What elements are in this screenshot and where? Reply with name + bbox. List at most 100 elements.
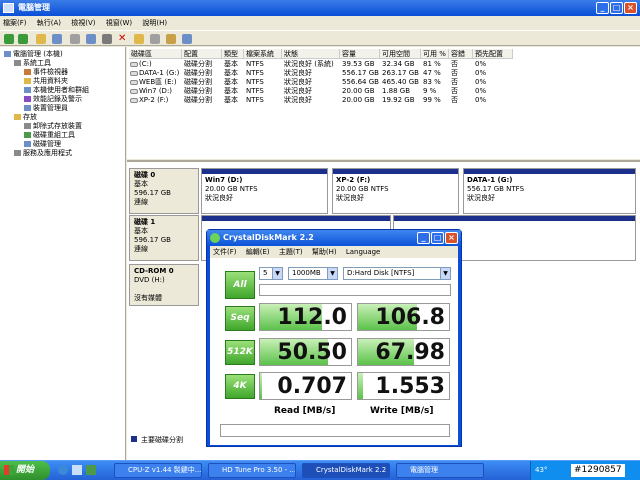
cdm-menu-edit[interactable]: 編輯(E) — [246, 248, 270, 256]
volume-cell[interactable]: 狀況良好 — [284, 78, 340, 87]
volume-cell[interactable]: 0% — [475, 69, 513, 78]
volume-cell[interactable]: 47 % — [423, 69, 449, 78]
volume-cell[interactable]: 263.17 GB — [382, 69, 421, 78]
all-button[interactable]: All — [225, 271, 255, 299]
menu-view[interactable]: 檢視(V) — [71, 19, 95, 27]
cdm-menu-language[interactable]: Language — [346, 248, 381, 256]
volume-cell[interactable]: NTFS — [246, 69, 282, 78]
comment-field[interactable] — [220, 424, 450, 437]
volume-cell[interactable]: 狀況良好 — [284, 69, 340, 78]
task-computer-management[interactable]: 電腦管理 — [396, 463, 484, 478]
volume-cell[interactable]: 基本 — [224, 69, 244, 78]
volume-cell[interactable]: 0% — [475, 96, 513, 105]
column-header[interactable]: 狀態 — [282, 49, 340, 59]
volume-cell[interactable]: 狀況良好 — [284, 87, 340, 96]
task-crystaldiskmark[interactable]: CrystalDiskMark 2.2 — [302, 463, 390, 478]
properties-icon[interactable] — [70, 34, 80, 44]
volume-cell[interactable]: 32.34 GB — [382, 60, 421, 69]
cdm-menu-theme[interactable]: 主題(T) — [279, 248, 303, 256]
volume-cell[interactable]: 磁碟分割 — [184, 60, 222, 69]
volume-cell[interactable]: NTFS — [246, 78, 282, 87]
column-header[interactable]: 配置 — [182, 49, 222, 59]
cdm-menu-help[interactable]: 幫助(H) — [312, 248, 337, 256]
menu-help[interactable]: 說明(H) — [142, 19, 167, 27]
disk-0-header[interactable]: 磁碟 0 基本 596.17 GB 連線 — [129, 168, 199, 214]
volume-cell[interactable]: 基本 — [224, 78, 244, 87]
volume-cell[interactable]: WEB區 (E:) — [139, 78, 190, 87]
4k-button[interactable]: 4K — [225, 374, 255, 399]
tree-item[interactable]: 磁碟重組工具 — [24, 131, 75, 140]
volume-cell[interactable]: 99 % — [423, 96, 449, 105]
forward-icon[interactable] — [18, 34, 28, 44]
volume-cell[interactable]: 磁碟分割 — [184, 78, 222, 87]
ie-quicklaunch-icon[interactable] — [58, 465, 68, 475]
task-hdtune[interactable]: HD Tune Pro 3.50 - ... — [208, 463, 296, 478]
tree-item[interactable]: 電腦管理 (本機) — [4, 50, 63, 59]
cdm-close-button[interactable]: × — [445, 232, 458, 244]
column-header[interactable]: 磁碟區 — [129, 49, 182, 59]
show-desktop-icon[interactable] — [72, 465, 82, 475]
runs-select[interactable]: 5 ▼ — [259, 267, 283, 280]
volume-cell[interactable]: 0% — [475, 60, 513, 69]
tree-item[interactable]: 系統工具 — [14, 59, 51, 68]
volume-cell[interactable]: 基本 — [224, 96, 244, 105]
tree-item[interactable]: 服務及應用程式 — [14, 149, 72, 158]
partition-win7[interactable]: Win7 (D:) 20.00 GB NTFS 狀況良好 — [201, 168, 328, 214]
tree-item[interactable]: 磁碟管理 — [24, 140, 61, 149]
drive-select[interactable]: D:Hard Disk [NTFS] ▼ — [343, 267, 451, 280]
help-icon[interactable] — [86, 34, 96, 44]
volume-cell[interactable]: 556.64 GB — [342, 78, 380, 87]
volume-cell[interactable]: NTFS — [246, 60, 282, 69]
menu-action[interactable]: 執行(A) — [37, 19, 61, 27]
column-header[interactable]: 可用 % — [421, 49, 449, 59]
menu-file[interactable]: 檔案(F) — [3, 19, 27, 27]
cdm-menu-file[interactable]: 文件(F) — [213, 248, 237, 256]
cdm-minimize-button[interactable]: _ — [417, 232, 430, 244]
cdm-maximize-button[interactable]: □ — [431, 232, 444, 244]
tree-item[interactable]: 共用資料夾 — [24, 77, 68, 86]
volume-cell[interactable]: 磁碟分割 — [184, 69, 222, 78]
tree-item[interactable]: 存放 — [14, 113, 37, 122]
column-header[interactable]: 容量 — [340, 49, 380, 59]
volume-cell[interactable]: 556.17 GB — [342, 69, 380, 78]
tree-item[interactable]: 事件檢視器 — [24, 68, 68, 77]
column-header[interactable]: 容錯 — [449, 49, 473, 59]
column-header[interactable]: 類型 — [222, 49, 244, 59]
volume-cell[interactable]: DATA-1 (G:) — [139, 69, 190, 78]
volume-cell[interactable]: 狀況良好 — [284, 96, 340, 105]
save-icon[interactable] — [150, 34, 160, 44]
start-button[interactable]: 開始 — [0, 461, 50, 480]
volume-cell[interactable]: 否 — [451, 87, 473, 96]
key-icon[interactable] — [166, 34, 176, 44]
volume-cell[interactable]: 否 — [451, 78, 473, 87]
volume-cell[interactable]: 465.40 GB — [382, 78, 421, 87]
disk-icon[interactable] — [182, 34, 192, 44]
volume-cell[interactable]: 20.00 GB — [342, 96, 380, 105]
task-cpuz[interactable]: CPU-Z v1.44 製鍵中... — [114, 463, 202, 478]
partition-xp2[interactable]: XP-2 (F:) 20.00 GB NTFS 狀況良好 — [332, 168, 459, 214]
minimize-button[interactable]: _ — [596, 2, 609, 14]
volume-cell[interactable]: 0% — [475, 78, 513, 87]
menu-window[interactable]: 視窗(W) — [106, 19, 132, 27]
volume-cell[interactable]: 基本 — [224, 60, 244, 69]
cdm-title-bar[interactable]: CrystalDiskMark 2.2 _ □ × — [207, 230, 461, 246]
delete-icon[interactable]: ✕ — [118, 34, 128, 44]
volume-cell[interactable]: 否 — [451, 69, 473, 78]
volume-cell[interactable]: 0% — [475, 87, 513, 96]
export-icon[interactable] — [102, 34, 112, 44]
volume-cell[interactable]: 9 % — [423, 87, 449, 96]
title-bar[interactable]: 電腦管理 _ □ × — [0, 0, 640, 16]
disk-1-header[interactable]: 磁碟 1 基本 596.17 GB 連線 — [129, 215, 199, 261]
back-icon[interactable] — [4, 34, 14, 44]
volume-cell[interactable]: 20.00 GB — [342, 87, 380, 96]
column-header[interactable]: 預先配置 — [473, 49, 513, 59]
volume-cell[interactable]: 否 — [451, 96, 473, 105]
volume-cell[interactable]: 1.88 GB — [382, 87, 421, 96]
volume-cell[interactable]: 19.92 GB — [382, 96, 421, 105]
volume-cell[interactable]: 否 — [451, 60, 473, 69]
maximize-button[interactable]: □ — [610, 2, 623, 14]
close-button[interactable]: × — [624, 2, 637, 14]
volume-cell[interactable]: 39.53 GB — [342, 60, 380, 69]
tree-item[interactable]: 裝置管理員 — [24, 104, 68, 113]
size-select[interactable]: 1000MB ▼ — [288, 267, 338, 280]
